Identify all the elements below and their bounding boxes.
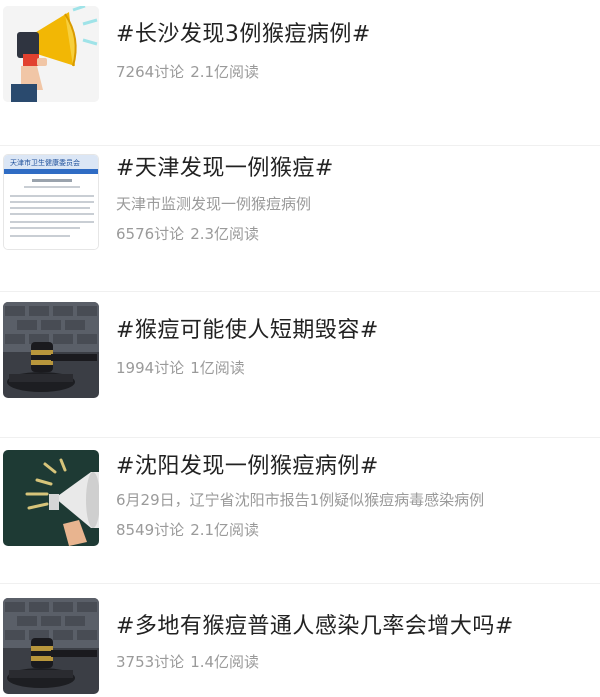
topic-thumbnail[interactable]: 天津市卫生健康委员会	[3, 154, 99, 250]
discussion-count: 1994讨论	[116, 359, 185, 377]
topic-title[interactable]: #长沙发现3例猴痘病例#	[116, 20, 371, 50]
topic-stats: 7264讨论 2.1亿阅读	[116, 62, 259, 82]
topic-title[interactable]: #沈阳发现一例猴痘病例#	[116, 452, 379, 482]
topic-thumbnail[interactable]	[3, 598, 99, 694]
topic-stats: 1994讨论 1亿阅读	[116, 358, 245, 378]
topic-description: 6月29日，辽宁省沈阳市报告1例疑似猴痘病毒感染病例	[116, 491, 485, 509]
topic-stats: 3753讨论 1.4亿阅读	[116, 652, 259, 672]
read-count: 2.1亿阅读	[190, 521, 260, 539]
topic-thumbnail[interactable]	[3, 450, 99, 546]
discussion-count: 6576讨论	[116, 225, 185, 243]
topic-stats: 8549讨论 2.1亿阅读	[116, 520, 259, 540]
discussion-count: 3753讨论	[116, 653, 185, 671]
read-count: 1亿阅读	[190, 359, 245, 377]
topic-item[interactable]: #猴痘可能使人短期毁容# 1994讨论 1亿阅读	[0, 292, 600, 438]
document-screenshot-icon: 天津市卫生健康委员会	[4, 155, 98, 249]
topic-item[interactable]: #多地有猴痘普通人感染几率会增大吗# 3753讨论 1.4亿阅读	[0, 584, 600, 697]
topic-thumbnail[interactable]	[3, 6, 99, 102]
topic-title[interactable]: #天津发现一例猴痘#	[116, 154, 334, 184]
gavel-icon	[3, 598, 99, 694]
topic-item[interactable]: #长沙发现3例猴痘病例# 7264讨论 2.1亿阅读	[0, 0, 600, 146]
read-count: 2.1亿阅读	[190, 63, 260, 81]
topic-stats: 6576讨论 2.3亿阅读	[116, 224, 259, 244]
topic-description: 天津市监测发现一例猴痘病例	[116, 195, 312, 213]
read-count: 1.4亿阅读	[190, 653, 260, 671]
topic-item[interactable]: #沈阳发现一例猴痘病例# 6月29日，辽宁省沈阳市报告1例疑似猴痘病毒感染病例 …	[0, 438, 600, 584]
megaphone-icon	[3, 450, 99, 546]
read-count: 2.3亿阅读	[190, 225, 260, 243]
topic-thumbnail[interactable]	[3, 302, 99, 398]
discussion-count: 8549讨论	[116, 521, 185, 539]
thumbnail-header-text: 天津市卫生健康委员会	[10, 158, 80, 167]
megaphone-hand-icon	[3, 6, 99, 102]
discussion-count: 7264讨论	[116, 63, 185, 81]
topic-title[interactable]: #猴痘可能使人短期毁容#	[116, 316, 379, 346]
gavel-icon	[3, 302, 99, 398]
topic-title[interactable]: #多地有猴痘普通人感染几率会增大吗#	[116, 612, 514, 642]
topic-list: #长沙发现3例猴痘病例# 7264讨论 2.1亿阅读 天津市卫生健康委员会 #天…	[0, 0, 600, 697]
topic-item[interactable]: 天津市卫生健康委员会 #天津发现一例猴痘# 天津市监测发现一例猴痘病例 6576…	[0, 146, 600, 292]
